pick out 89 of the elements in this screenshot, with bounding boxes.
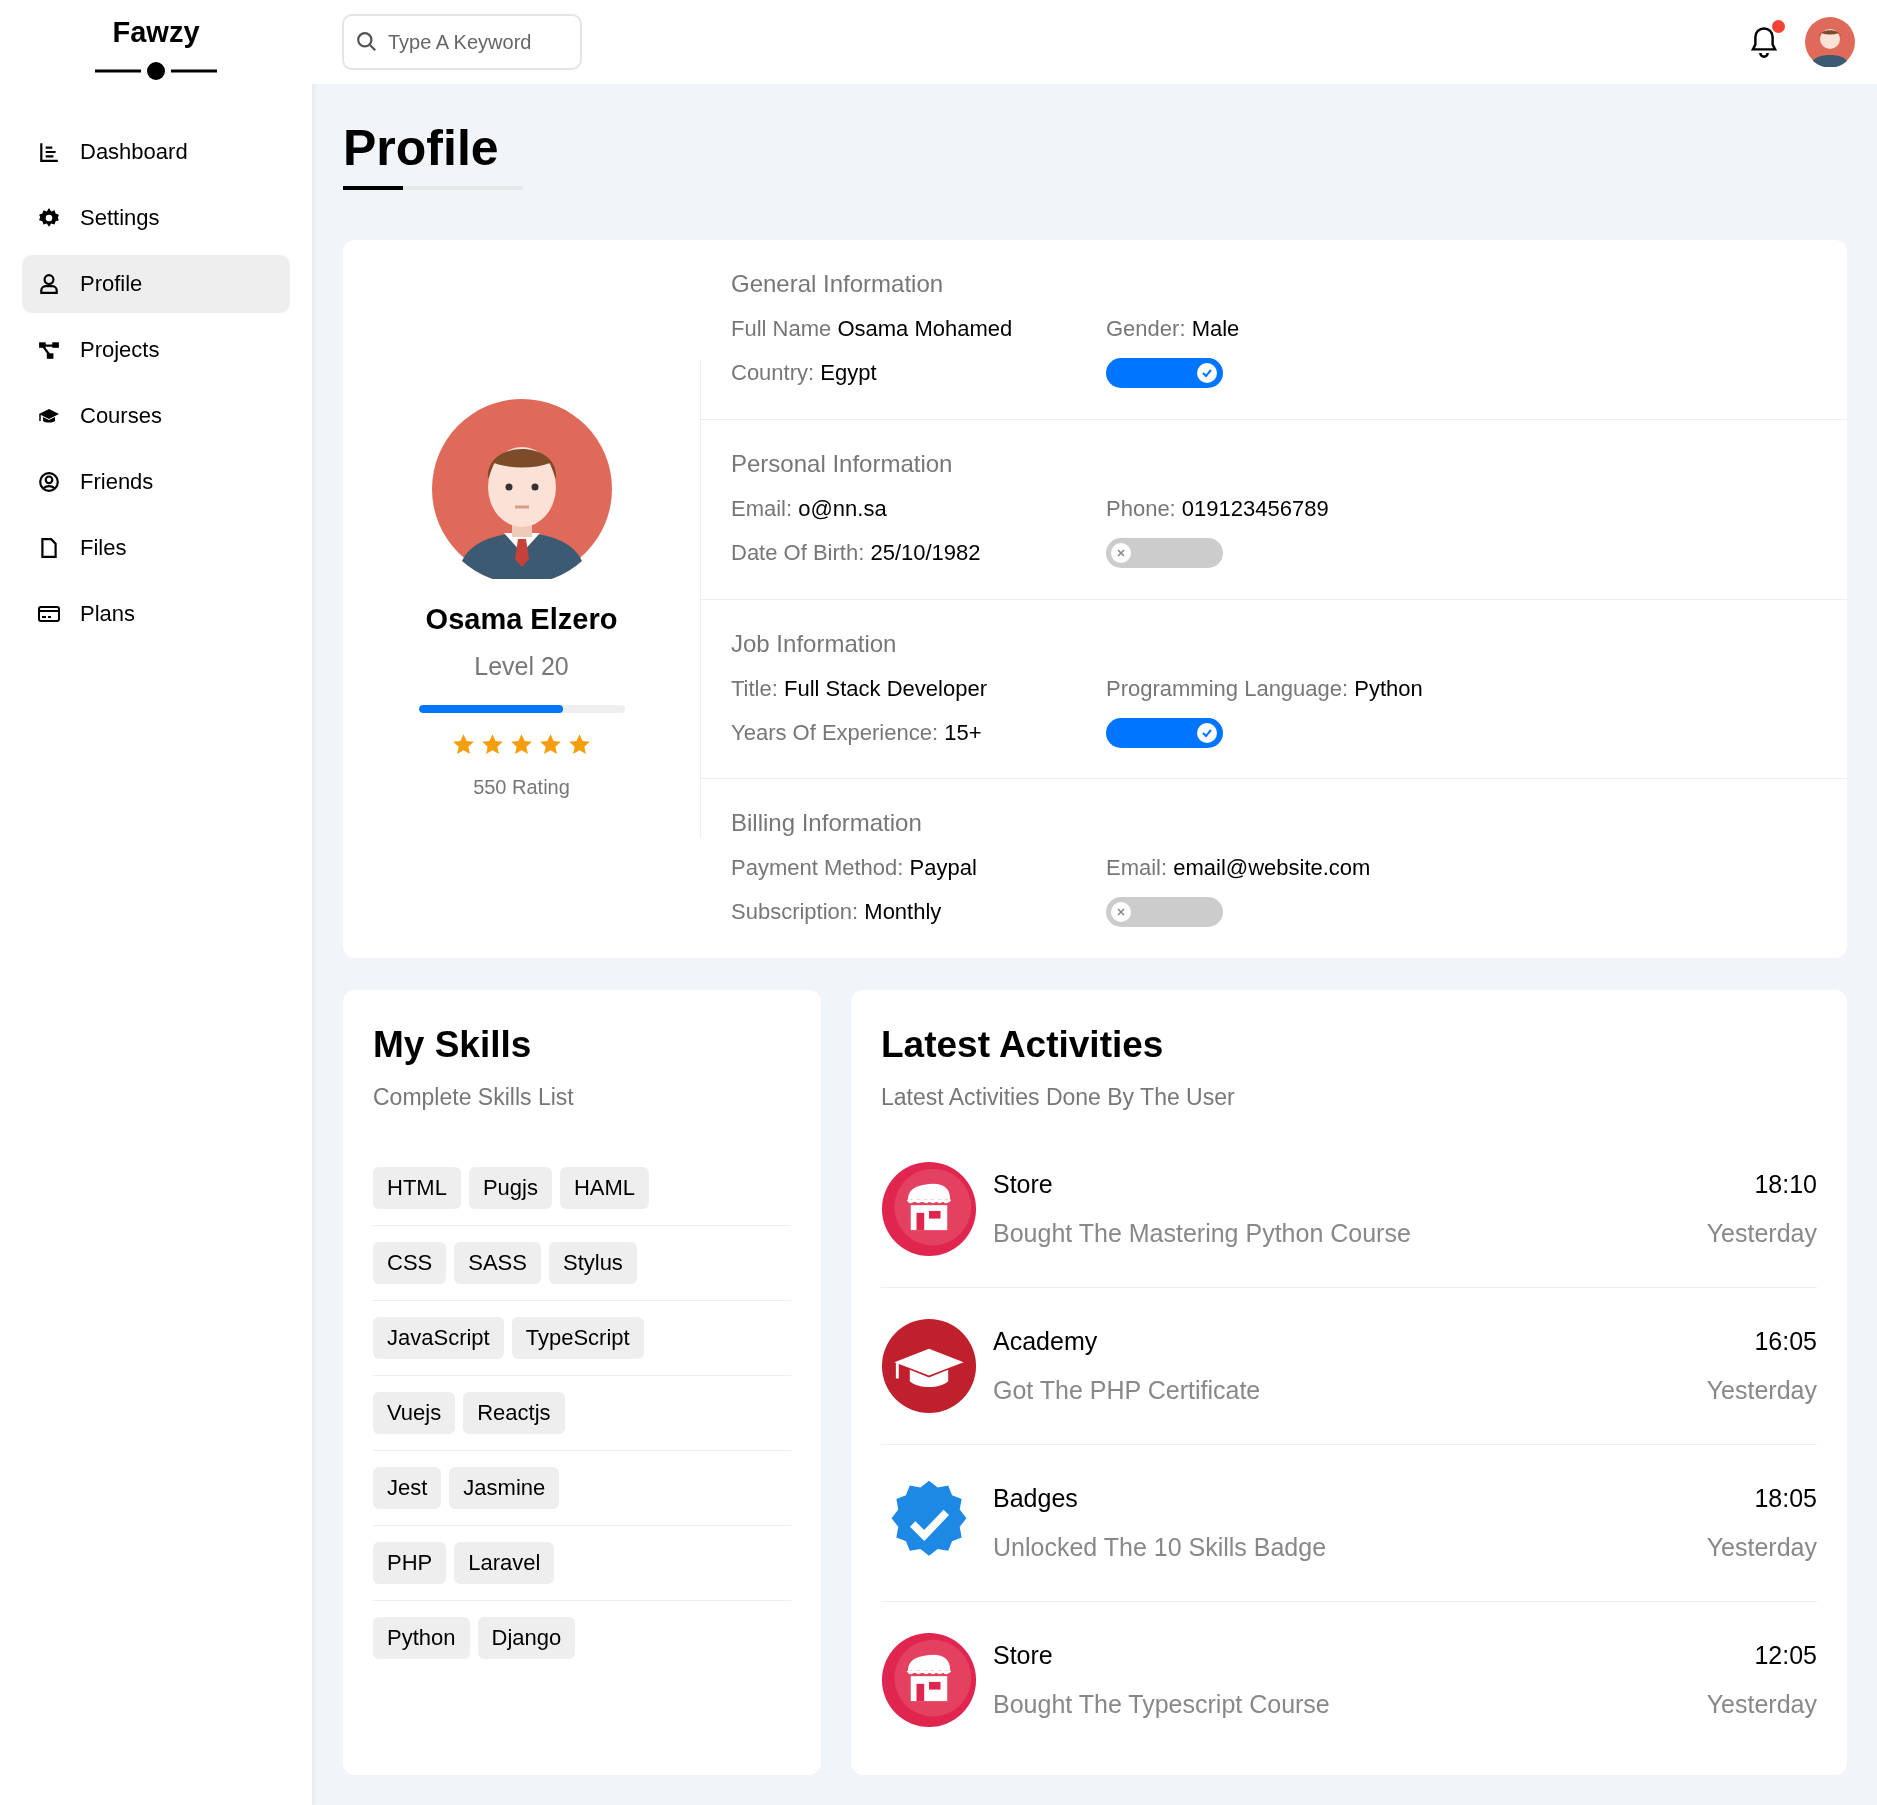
activity-title: Academy xyxy=(993,1327,1099,1356)
toggle-switch[interactable] xyxy=(1106,897,1223,928)
sidebar-item[interactable]: Plans xyxy=(22,585,290,643)
activity-day: Yesterday xyxy=(1706,1690,1817,1719)
activity-time: 12:05 xyxy=(1753,1641,1817,1670)
activity-title: Store xyxy=(993,1641,1054,1670)
brand-name: Fawzy xyxy=(112,16,200,49)
star-icon xyxy=(510,733,533,756)
sidebar-item[interactable]: Files xyxy=(22,519,290,577)
skill-tag: Pugjs xyxy=(468,1167,552,1209)
card-subtitle: Latest Activities Done By The User xyxy=(881,1084,1236,1111)
file-icon xyxy=(38,537,60,559)
page-title: Profile xyxy=(343,119,500,178)
info-field: Country: Egypt xyxy=(731,358,1106,388)
skill-tag: HAML xyxy=(559,1167,650,1209)
rating-count: 550 Rating xyxy=(473,776,570,799)
skill-tag: Stylus xyxy=(548,1242,637,1284)
section-title: Billing Information xyxy=(731,809,923,838)
section-title: Personal Information xyxy=(731,449,954,478)
section-title: General Information xyxy=(731,270,945,298)
info-field: Phone: 019123456789 xyxy=(1106,493,1817,524)
notification-bell-icon[interactable] xyxy=(1749,26,1779,58)
skill-tag: HTML xyxy=(373,1167,461,1209)
info-field: Subscription: Monthly xyxy=(731,897,1106,928)
skill-tag: JavaScript xyxy=(373,1317,504,1359)
section-title: Job Information xyxy=(731,629,898,658)
sidebar-item[interactable]: Courses xyxy=(22,387,290,445)
skill-tag: Python xyxy=(373,1617,470,1659)
skill-tag: PHP xyxy=(373,1542,447,1584)
info-field: Gender: Male xyxy=(1106,314,1817,344)
skill-tag: Jasmine xyxy=(449,1467,560,1509)
star-icon xyxy=(568,733,591,756)
skill-tag: Jest xyxy=(373,1467,442,1509)
star-icon xyxy=(481,733,504,756)
search-icon xyxy=(356,31,378,53)
profile-name: Osama Elzero xyxy=(425,603,618,636)
divider-dot-icon xyxy=(95,61,217,81)
activity-description: Bought The Mastering Python Course xyxy=(993,1219,1412,1248)
skill-tag: Laravel xyxy=(454,1542,555,1584)
skill-tag: SASS xyxy=(454,1242,541,1284)
activity-time: 18:10 xyxy=(1753,1170,1817,1199)
sidebar-item[interactable]: Settings xyxy=(22,189,290,247)
skill-tag: Reactjs xyxy=(463,1392,565,1434)
level-label: Level 20 xyxy=(474,652,569,681)
star-icon xyxy=(452,733,475,756)
search-field[interactable]: Type A Keyword xyxy=(342,14,582,70)
settings-icon xyxy=(38,207,60,229)
store-icon xyxy=(881,1161,977,1257)
nodes-icon xyxy=(38,339,60,361)
activity-day: Yesterday xyxy=(1706,1533,1817,1562)
sidebar-item[interactable]: Profile xyxy=(22,255,290,313)
toggle-switch[interactable] xyxy=(1106,717,1223,748)
activity-description: Bought The Typescript Course xyxy=(993,1690,1331,1719)
activity-description: Unlocked The 10 Skills Badge xyxy=(993,1533,1328,1562)
activity-title: Badges xyxy=(993,1484,1079,1513)
activity-time: 16:05 xyxy=(1753,1327,1817,1356)
info-field: Years Of Experience: 15+ xyxy=(731,717,1106,748)
sidebar-item[interactable]: Dashboard xyxy=(22,123,290,181)
activity-day: Yesterday xyxy=(1706,1376,1817,1405)
skill-tag: TypeScript xyxy=(511,1317,644,1359)
store-icon xyxy=(881,1632,977,1728)
activity-day: Yesterday xyxy=(1706,1219,1817,1248)
graduation-cap-icon xyxy=(881,1318,977,1414)
skill-tag: Vuejs xyxy=(373,1392,456,1434)
toggle-switch[interactable] xyxy=(1106,358,1223,388)
activity-title: Store xyxy=(993,1170,1054,1199)
credit-card-icon xyxy=(38,603,60,625)
sidebar-item[interactable]: Projects xyxy=(22,321,290,379)
info-field: Email: o@nn.sa xyxy=(731,493,1106,524)
info-field: Programming Language: Python xyxy=(1106,673,1817,704)
skill-tag: Django xyxy=(477,1617,576,1659)
card-title: Latest Activities xyxy=(881,1024,1165,1066)
info-field: Email: email@website.com xyxy=(1106,853,1817,884)
chart-icon xyxy=(38,141,60,163)
info-field: Full Name Osama Mohamed xyxy=(731,314,1106,344)
info-field: Title: Full Stack Developer xyxy=(731,673,1106,704)
avatar-icon[interactable] xyxy=(1805,17,1855,67)
card-title: My Skills xyxy=(373,1024,533,1066)
info-field: Payment Method: Paypal xyxy=(731,853,1106,884)
sidebar-item[interactable]: Friends xyxy=(22,453,290,511)
activity-time: 18:05 xyxy=(1753,1484,1817,1513)
activity-description: Got The PHP Certificate xyxy=(993,1376,1262,1405)
user-circle-icon xyxy=(38,471,60,493)
card-subtitle: Complete Skills List xyxy=(373,1084,575,1111)
user-icon xyxy=(38,273,60,295)
toggle-switch[interactable] xyxy=(1106,537,1223,568)
skill-tag: CSS xyxy=(373,1242,447,1284)
info-field: Date Of Birth: 25/10/1982 xyxy=(731,537,1106,568)
star-icon xyxy=(539,733,562,756)
